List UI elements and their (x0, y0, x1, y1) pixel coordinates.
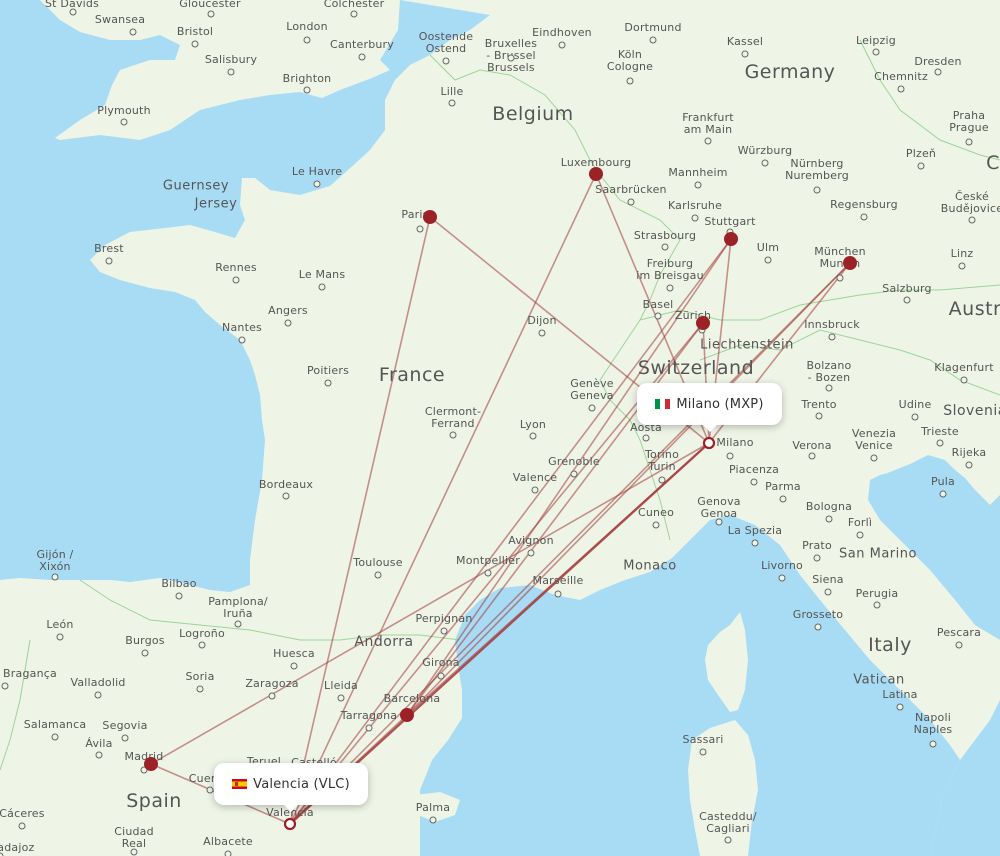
destination-airport-marker[interactable] (283, 817, 297, 831)
destination-label: Valencia (VLC) (253, 776, 350, 792)
origin-popup[interactable]: Milano (MXP) (637, 383, 782, 432)
route-map[interactable]: Germany Belgium France Switzerland Spain… (0, 0, 1000, 856)
airport-marker[interactable] (423, 210, 437, 224)
origin-airport-marker[interactable] (702, 436, 716, 450)
airport-marker[interactable] (589, 167, 603, 181)
it-flag-icon (655, 399, 671, 409)
airport-marker[interactable] (400, 708, 414, 722)
airport-marker[interactable] (843, 256, 857, 270)
destination-popup[interactable]: Valencia (VLC) (214, 763, 368, 812)
airport-marker[interactable] (696, 316, 710, 330)
markers-layer (144, 167, 857, 831)
airport-marker[interactable] (144, 757, 158, 771)
es-flag-icon (232, 779, 248, 789)
origin-label: Milano (MXP) (676, 396, 764, 412)
airport-marker[interactable] (724, 232, 738, 246)
